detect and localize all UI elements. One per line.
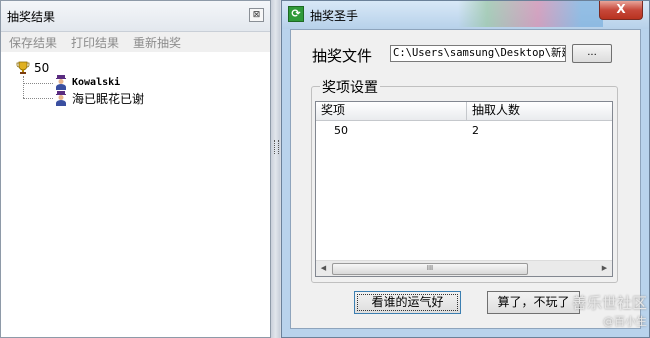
person-icon: [56, 75, 66, 90]
tree-connector: [23, 98, 53, 99]
lottery-dialog: ⟳ 抽奖圣手 X 抽奖文件 C:\Users\samsung\Desktop\新…: [281, 0, 650, 338]
watermark: 善乐世社区 @百小生: [572, 292, 647, 329]
results-titlebar: 抽奖结果 ⊠: [1, 1, 270, 32]
window-splitter[interactable]: [271, 0, 280, 338]
titlebar-decoration: [458, 1, 603, 27]
results-toolbar: 保存结果 打印结果 重新抽奖: [1, 32, 270, 53]
save-results-button[interactable]: 保存结果: [9, 34, 57, 51]
scroll-thumb[interactable]: III: [332, 263, 528, 275]
results-tree: 50 Kowalski 海已眠花已谢: [1, 52, 270, 337]
tree-connector: [23, 76, 24, 98]
file-path-field[interactable]: C:\Users\samsung\Desktop\新建: [390, 45, 566, 62]
tree-root-label: 50: [34, 61, 50, 75]
scroll-right-icon[interactable]: ▶: [597, 261, 612, 276]
print-results-button[interactable]: 打印结果: [71, 34, 119, 51]
group-title: 奖项设置: [320, 77, 380, 97]
tree-child-item[interactable]: 海已眠花已谢: [54, 90, 144, 107]
list-header: 奖项 抽取人数: [316, 102, 612, 121]
watermark-line2: @百小生: [603, 315, 647, 328]
trophy-icon: [16, 61, 30, 74]
watermark-line1: 善乐世社区: [571, 294, 647, 312]
results-title: 抽奖结果: [7, 10, 56, 24]
tree-child-label: 海已眠花已谢: [72, 92, 145, 106]
column-header-count[interactable]: 抽取人数: [467, 102, 612, 120]
prize-list[interactable]: 奖项 抽取人数 50 2 ◀ III ▶: [315, 101, 613, 277]
prize-settings-group: 奖项设置 奖项 抽取人数 50 2 ◀ III ▶: [311, 77, 618, 283]
quit-button[interactable]: 算了，不玩了: [487, 291, 580, 314]
results-window: 抽奖结果 ⊠ 保存结果 打印结果 重新抽奖 50 Kowalski 海已眠花已谢: [0, 0, 271, 338]
list-item[interactable]: 50 2: [316, 122, 612, 139]
tree-child-item[interactable]: Kowalski: [54, 75, 120, 90]
scroll-left-icon[interactable]: ◀: [316, 261, 331, 276]
dialog-titlebar: ⟳ 抽奖圣手 X: [282, 1, 649, 29]
start-draw-button[interactable]: 看谁的运气好: [354, 291, 461, 314]
refresh-icon: ⟳: [288, 6, 304, 22]
tree-child-label: Kowalski: [72, 77, 121, 88]
dialog-body: 抽奖文件 C:\Users\samsung\Desktop\新建 ... 奖项设…: [290, 29, 641, 329]
close-button[interactable]: X: [599, 1, 643, 20]
file-label: 抽奖文件: [312, 47, 373, 65]
close-icon[interactable]: ⊠: [249, 8, 264, 22]
redraw-button[interactable]: 重新抽奖: [133, 34, 181, 51]
splitter-grip[interactable]: [274, 140, 279, 154]
cell-count: 2: [472, 124, 479, 137]
tree-root-item[interactable]: 50: [15, 60, 49, 76]
browse-button[interactable]: ...: [572, 44, 612, 63]
horizontal-scrollbar[interactable]: ◀ III ▶: [316, 260, 612, 276]
cell-prize: 50: [334, 124, 348, 137]
column-header-prize[interactable]: 奖项: [316, 102, 467, 120]
tree-connector: [23, 83, 53, 84]
person-icon: [56, 91, 66, 106]
dialog-title: 抽奖圣手: [310, 9, 359, 23]
